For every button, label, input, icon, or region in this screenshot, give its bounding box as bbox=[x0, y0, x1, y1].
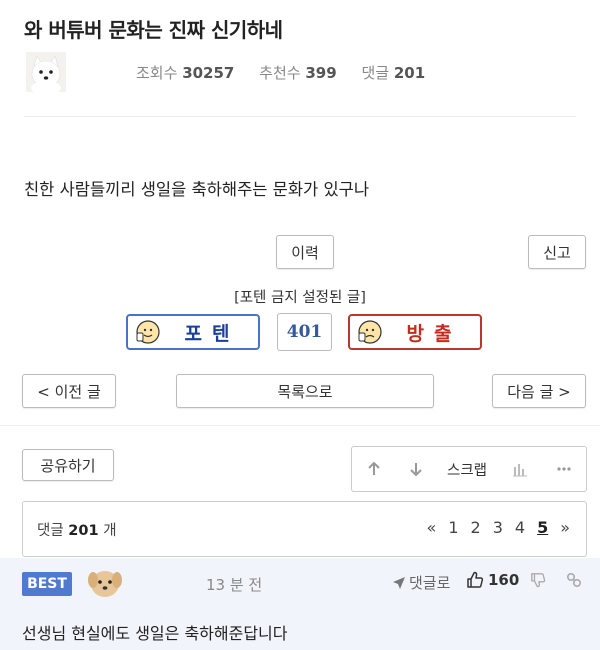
post-title: 와 버튜버 문화는 진짜 신기하네 bbox=[24, 18, 283, 42]
author-avatar[interactable] bbox=[26, 52, 66, 92]
report-button[interactable]: 신고 bbox=[528, 235, 586, 269]
share-button[interactable]: 공유하기 bbox=[22, 449, 114, 481]
best-comment: BEST 13 분 전 댓글로 160 선생님 현실에도 생일은 축하해준답니다 bbox=[0, 558, 600, 650]
stats-button[interactable] bbox=[498, 461, 542, 477]
page-first[interactable]: « bbox=[427, 518, 437, 537]
comment-time: 13 분 전 bbox=[206, 576, 263, 594]
release-down-button[interactable]: 방출 bbox=[348, 314, 482, 350]
poten-notice: [포텐 금지 설정된 글] bbox=[234, 290, 366, 306]
post-body: 친한 사람들끼리 생일을 축하해주는 문화가 있구나 bbox=[24, 180, 370, 199]
thumbs-down-icon bbox=[358, 320, 382, 344]
comment-link-button[interactable] bbox=[566, 572, 582, 592]
prev-post-button[interactable]: < 이전 글 bbox=[22, 374, 116, 408]
commenter-avatar[interactable] bbox=[86, 566, 124, 600]
comment-count: 댓글 201 개 bbox=[37, 523, 117, 539]
vote-count: 401 bbox=[277, 313, 332, 351]
thumbs-up-icon bbox=[136, 320, 160, 344]
scrap-button[interactable]: 스크랩 bbox=[436, 459, 498, 480]
comment-text: 선생님 현실에도 생일은 축하해준답니다 bbox=[22, 624, 288, 643]
comment-summary-bar: 댓글 201 개 « 1 2 3 4 5 » bbox=[22, 501, 587, 557]
bar-chart-icon bbox=[513, 464, 527, 477]
divider bbox=[0, 425, 600, 426]
thumbs-down-icon bbox=[531, 573, 546, 588]
comment-pagination: « 1 2 3 4 5 » bbox=[415, 518, 570, 537]
page-last[interactable]: » bbox=[560, 518, 570, 537]
page-4[interactable]: 4 bbox=[515, 518, 525, 537]
best-badge: BEST bbox=[22, 572, 72, 596]
post-meta: 조회수 30257 추천수 399 댓글 201 bbox=[24, 52, 584, 92]
comments-stat: 댓글 201 bbox=[361, 64, 426, 82]
arrow-up-icon bbox=[368, 461, 380, 475]
poten-up-button[interactable]: 포텐 bbox=[126, 314, 260, 350]
release-down-label: 방출 bbox=[406, 322, 462, 345]
post-toolbar: 스크랩 bbox=[351, 446, 587, 492]
link-icon bbox=[566, 572, 582, 588]
page-1[interactable]: 1 bbox=[448, 518, 458, 537]
page-2[interactable]: 2 bbox=[471, 518, 481, 537]
recommend-stat: 추천수 399 bbox=[259, 64, 337, 82]
scroll-down-button[interactable] bbox=[396, 461, 436, 477]
arrow-down-icon bbox=[410, 463, 422, 477]
divider bbox=[24, 116, 576, 117]
more-button[interactable] bbox=[542, 466, 586, 472]
page-5-current[interactable]: 5 bbox=[537, 518, 548, 537]
list-button[interactable]: 목록으로 bbox=[176, 374, 434, 408]
history-button[interactable]: 이력 bbox=[276, 235, 334, 269]
reply-button[interactable]: 댓글로 bbox=[392, 572, 450, 593]
next-post-button[interactable]: 다음 글 > bbox=[492, 374, 586, 408]
post-stats: 조회수 30257 추천수 399 댓글 201 bbox=[136, 62, 445, 83]
reply-arrow-icon bbox=[393, 576, 405, 589]
like-button[interactable]: 160 bbox=[466, 571, 519, 589]
poten-up-label: 포텐 bbox=[184, 322, 240, 345]
dislike-button[interactable] bbox=[530, 572, 546, 592]
thumbs-up-icon bbox=[467, 571, 484, 588]
views-stat: 조회수 30257 bbox=[136, 64, 235, 82]
scroll-up-button[interactable] bbox=[352, 461, 396, 477]
page-3[interactable]: 3 bbox=[493, 518, 503, 537]
more-dots-icon bbox=[557, 467, 571, 471]
